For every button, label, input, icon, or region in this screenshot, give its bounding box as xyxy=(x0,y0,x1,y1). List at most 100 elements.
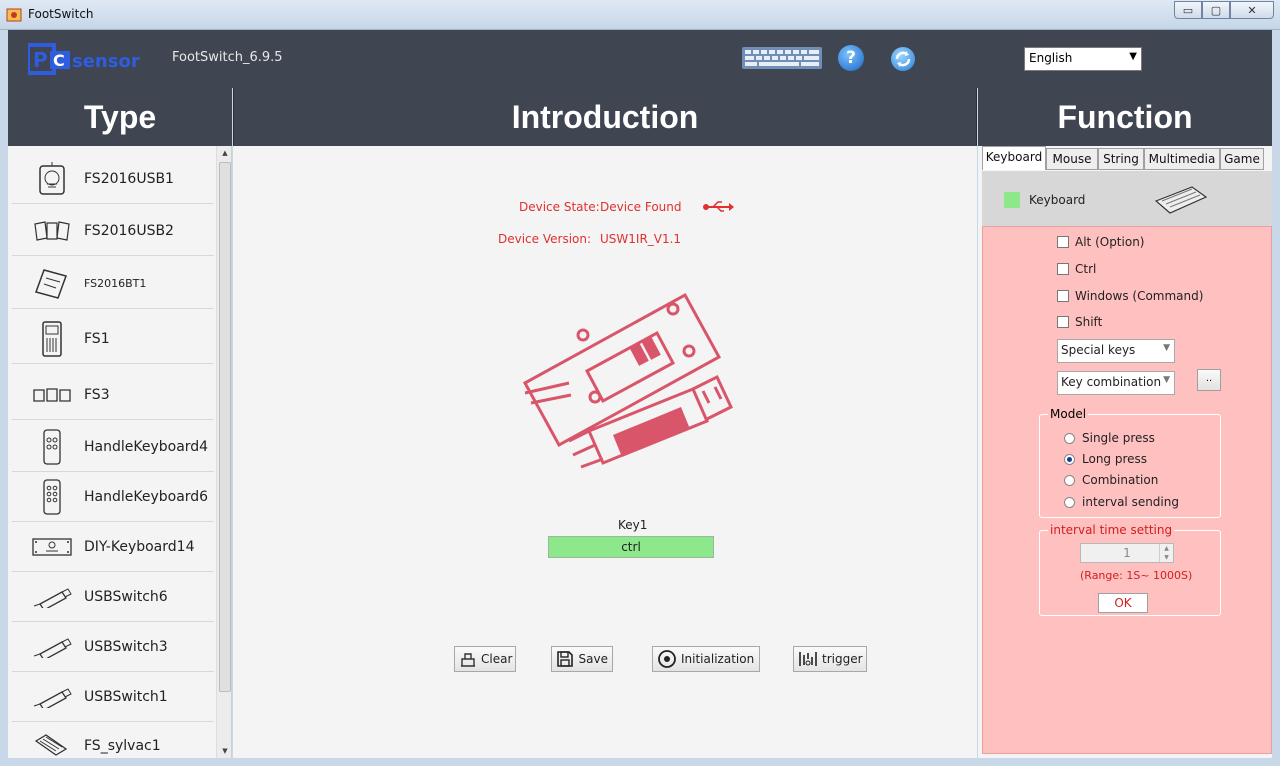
spin-up-icon[interactable]: ▲ xyxy=(1159,544,1173,553)
radio-button[interactable] xyxy=(1064,432,1075,444)
radio-button[interactable] xyxy=(1064,496,1075,508)
initialization-button[interactable]: Initialization xyxy=(652,646,760,672)
long-press-label: Long press xyxy=(1082,452,1148,466)
keyboard-mode-label: Keyboard xyxy=(1029,193,1086,207)
save-button[interactable]: Save xyxy=(551,646,613,672)
radio-button[interactable] xyxy=(1064,474,1075,486)
scroll-down-icon[interactable]: ▼ xyxy=(217,744,231,758)
tab-keyboard[interactable]: Keyboard xyxy=(982,146,1046,170)
help-icon[interactable]: ? xyxy=(838,45,864,71)
function-panel: Keyboard Mouse String Multimedia Game Ke… xyxy=(978,146,1272,758)
app-header: P C sensor FootSwitch_6.9.5 ? English ▼ xyxy=(8,30,1272,88)
ok-button[interactable]: OK xyxy=(1098,593,1148,613)
window-controls: ▭ ▢ ✕ xyxy=(1174,1,1274,19)
spin-down-icon[interactable]: ▼ xyxy=(1159,553,1173,562)
type-item-fs-sylvac1[interactable]: FS_sylvac1 xyxy=(12,721,214,758)
usb-icon xyxy=(703,201,734,212)
svg-text:P: P xyxy=(33,48,48,72)
type-item-label: USBSwitch1 xyxy=(84,688,168,705)
maximize-button[interactable]: ▢ xyxy=(1202,1,1230,19)
device-version-value: USW1IR_V1.1 xyxy=(600,232,682,246)
clear-button[interactable]: Clear xyxy=(454,646,516,672)
tab-multimedia[interactable]: Multimedia xyxy=(1144,148,1220,170)
app-version: FootSwitch_6.9.5 xyxy=(172,50,283,65)
tab-mouse[interactable]: Mouse xyxy=(1046,148,1098,170)
special-keys-select[interactable]: Special keys ▼ xyxy=(1057,339,1175,363)
radio-button-selected[interactable] xyxy=(1064,453,1075,465)
trigger-button-label: trigger xyxy=(822,652,863,666)
language-value: English xyxy=(1029,51,1073,65)
type-item-fs2016usb1[interactable]: FS2016USB1 xyxy=(12,154,214,204)
trigger-button[interactable]: trigger xyxy=(793,646,867,672)
interval-legend: interval time setting xyxy=(1048,523,1175,537)
type-item-fs3[interactable]: FS3 xyxy=(12,370,214,420)
windows-checkbox[interactable]: Windows (Command) xyxy=(1057,289,1203,303)
type-item-label: FS2016BT1 xyxy=(84,277,147,290)
key1-value-field[interactable]: ctrl xyxy=(548,536,714,558)
minimize-button[interactable]: ▭ xyxy=(1174,1,1202,19)
usb-switch-illustration xyxy=(523,292,733,469)
type-item-handlekeyboard4[interactable]: HandleKeyboard4 xyxy=(12,422,214,472)
keyboard-mode-row[interactable]: Keyboard xyxy=(982,171,1272,226)
tab-string[interactable]: String xyxy=(1098,148,1144,170)
keyboard-settings-panel: Alt (Option) Ctrl Windows (Command) Shif… xyxy=(982,226,1272,754)
type-item-usbswitch1[interactable]: USBSwitch1 xyxy=(12,672,214,722)
type-header: Type xyxy=(8,88,232,146)
radio-interval-sending[interactable]: interval sending xyxy=(1064,495,1179,509)
broom-icon xyxy=(459,649,477,669)
chevron-down-icon: ▼ xyxy=(1163,343,1170,353)
type-item-label: HandleKeyboard6 xyxy=(84,488,209,505)
clear-button-label: Clear xyxy=(481,652,513,666)
type-item-fs2016bt1[interactable]: FS2016BT1 xyxy=(12,259,214,309)
type-list: FS2016USB1 FS2016USB2 FS2016BT1 FS1 FS3 … xyxy=(8,146,232,758)
scrollbar-thumb[interactable] xyxy=(219,162,231,692)
key-combination-select[interactable]: Key combination ▼ xyxy=(1057,371,1175,395)
type-item-label: USBSwitch3 xyxy=(84,638,168,655)
radio-long-press[interactable]: Long press xyxy=(1064,452,1147,466)
handle-keyboard-icon xyxy=(32,428,72,465)
triple-switch-icon xyxy=(32,377,72,413)
radio-single-press[interactable]: Single press xyxy=(1064,431,1155,445)
checkbox[interactable] xyxy=(1057,290,1069,302)
single-press-label: Single press xyxy=(1082,431,1155,445)
key-combination-value: Key combination xyxy=(1061,375,1162,389)
usb-stick-icon xyxy=(32,679,72,715)
triple-pedal-icon xyxy=(32,213,72,249)
type-item-usbswitch3[interactable]: USBSwitch3 xyxy=(12,622,214,672)
reset-icon xyxy=(657,649,677,669)
range-text: (Range: 1S~ 1000S) xyxy=(1080,569,1193,582)
type-item-fs2016usb2[interactable]: FS2016USB2 xyxy=(12,206,214,256)
close-button[interactable]: ✕ xyxy=(1230,1,1274,19)
type-item-fs1[interactable]: FS1 xyxy=(12,314,214,364)
pcsensor-logo: P C sensor xyxy=(28,43,140,75)
introduction-header: Introduction xyxy=(233,88,977,146)
shift-checkbox[interactable]: Shift xyxy=(1057,315,1102,329)
alt-checkbox[interactable]: Alt (Option) xyxy=(1057,235,1144,249)
device-state-label: Device State: xyxy=(519,200,600,214)
tab-game[interactable]: Game xyxy=(1220,148,1264,170)
diy-keyboard-icon xyxy=(32,529,72,565)
type-item-handlekeyboard6[interactable]: HandleKeyboard6 xyxy=(12,472,214,522)
scroll-up-icon[interactable]: ▲ xyxy=(217,146,231,160)
radio-combination[interactable]: Combination xyxy=(1064,473,1158,487)
chevron-down-icon: ▼ xyxy=(1129,51,1137,62)
combination-label: Combination xyxy=(1082,473,1159,487)
checkbox[interactable] xyxy=(1057,263,1069,275)
interval-spinbox[interactable]: 1 ▲ ▼ xyxy=(1080,543,1174,563)
type-item-usbswitch6[interactable]: USBSwitch6 xyxy=(12,572,214,622)
type-item-label: FS_sylvac1 xyxy=(84,738,161,754)
more-options-button[interactable]: .. xyxy=(1197,369,1221,391)
keyboard-icon[interactable] xyxy=(742,47,822,69)
refresh-icon[interactable] xyxy=(891,47,915,71)
checkbox[interactable] xyxy=(1057,316,1069,328)
introduction-panel: Device State: Device Found Device Versio… xyxy=(233,146,977,758)
ctrl-checkbox[interactable]: Ctrl xyxy=(1057,262,1096,276)
language-select[interactable]: English ▼ xyxy=(1024,47,1142,71)
type-list-scrollbar[interactable]: ▲ ▼ xyxy=(216,146,231,758)
usb-stick-icon xyxy=(32,629,72,665)
checkbox[interactable] xyxy=(1057,236,1069,248)
app-icon xyxy=(6,8,22,22)
type-item-diy-keyboard14[interactable]: DIY-Keyboard14 xyxy=(12,522,214,572)
initialization-button-label: Initialization xyxy=(681,652,755,666)
interval-group: interval time setting 1 ▲ ▼ (Range: 1S~ … xyxy=(1039,523,1221,616)
